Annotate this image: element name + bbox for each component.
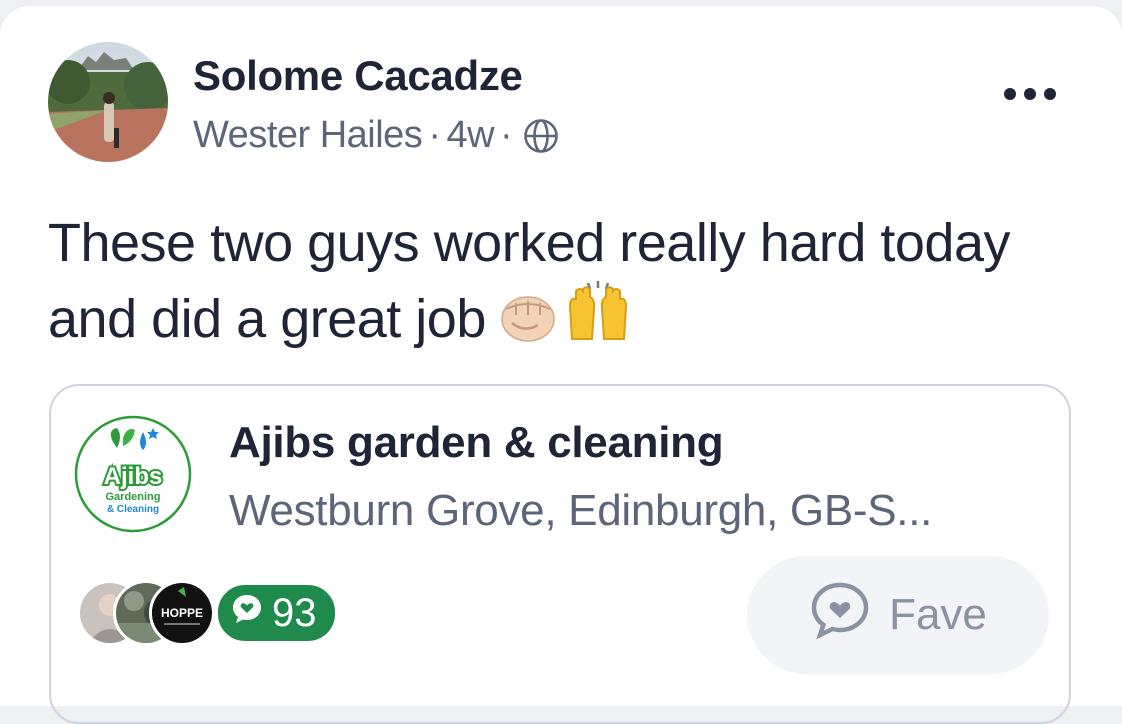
business-card[interactable]: Ajibs Gardening & Cleaning Ajibs garden … bbox=[49, 384, 1071, 724]
logo-brand-text: Ajibs bbox=[104, 463, 163, 490]
meta-separator: · bbox=[428, 114, 441, 156]
post-body: These two guys worked really hard today … bbox=[48, 208, 1068, 361]
author-avatar[interactable] bbox=[48, 42, 168, 162]
business-address: Westburn Grove, Edinburgh, GB-S... bbox=[229, 486, 933, 535]
post-card: Solome Cacadze Wester Hailes · 4w · Thes… bbox=[0, 6, 1122, 724]
raising-hands-emoji bbox=[562, 279, 634, 361]
meta-separator: · bbox=[500, 114, 513, 156]
fave-avatar-text: HOPPE bbox=[161, 606, 203, 620]
author-location[interactable]: Wester Hailes bbox=[193, 114, 423, 157]
logo-line2-text: & Cleaning bbox=[107, 504, 159, 515]
author-name[interactable]: Solome Cacadze bbox=[193, 52, 523, 100]
post-meta: Wester Hailes · 4w · bbox=[193, 114, 560, 157]
fave-summary[interactable]: HOPPE 93 bbox=[77, 580, 338, 646]
more-dot bbox=[1004, 88, 1016, 100]
logo-line1-text: Gardening bbox=[105, 491, 160, 503]
fave-avatar: HOPPE bbox=[149, 580, 215, 646]
business-name[interactable]: Ajibs garden & cleaning bbox=[229, 418, 724, 468]
fave-label: Fave bbox=[889, 590, 987, 639]
fave-count: 93 bbox=[272, 590, 317, 635]
fave-button[interactable]: Fave bbox=[747, 556, 1049, 674]
more-dot bbox=[1024, 88, 1036, 100]
more-options-icon[interactable] bbox=[998, 82, 1062, 106]
globe-icon bbox=[522, 117, 560, 155]
raised-fist-emoji bbox=[498, 289, 558, 361]
business-logo[interactable]: Ajibs Gardening & Cleaning bbox=[73, 414, 193, 534]
more-dot bbox=[1044, 88, 1056, 100]
speech-heart-icon bbox=[809, 580, 871, 651]
post-time[interactable]: 4w bbox=[446, 114, 494, 157]
fave-count-badge[interactable]: 93 bbox=[215, 582, 338, 644]
speech-heart-icon bbox=[230, 591, 264, 636]
